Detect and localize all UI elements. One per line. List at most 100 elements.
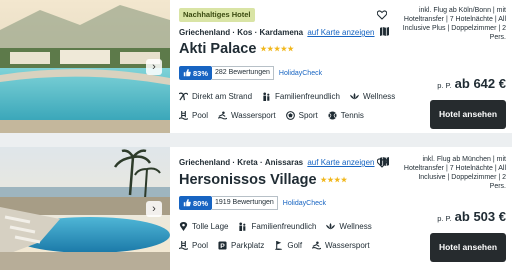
review-count: 282 Bewertungen — [212, 66, 274, 80]
feature-label: Wellness — [362, 92, 396, 101]
location-city: Kardamena — [259, 28, 304, 37]
price-value: ab 503 € — [454, 209, 506, 224]
feature-item: Wassersport — [312, 241, 370, 250]
sustainability-badge: Nachhaltiges Hotel — [179, 8, 255, 22]
feature-list: Direkt am Strand Familienfreundlich Well… — [179, 89, 405, 127]
hotel-name[interactable]: Hersonissos Village ★★★★ — [179, 172, 348, 188]
tennis-icon — [328, 111, 337, 120]
location-pin-icon — [179, 222, 188, 231]
feature-label: Parkplatz — [231, 241, 265, 250]
feature-row: Tolle Lage Familienfreundlich Wellness — [179, 219, 382, 234]
show-on-map-link[interactable]: auf Karte anzeigen — [307, 28, 374, 37]
price-prefix: p. P. — [437, 81, 452, 90]
pool-icon — [179, 241, 188, 250]
family-icon — [263, 92, 270, 101]
price-prefix: p. P. — [437, 214, 452, 223]
pool-icon — [179, 111, 188, 120]
hotel-card[interactable]: › Nachhaltiges Hotel Griechenland · Kos … — [0, 0, 512, 133]
next-photo-arrow[interactable]: › — [146, 58, 162, 75]
rating-percent: 80% — [193, 198, 209, 208]
next-photo-arrow[interactable]: › — [146, 200, 162, 217]
wellness-icon — [349, 92, 359, 100]
offer-details: inkl. Flug ab Köln/Bonn | mit Hoteltrans… — [402, 7, 506, 41]
star-rating: ★★★★★ — [260, 46, 295, 53]
rating-row[interactable]: 80% 1919 Bewertungen HolidayCheck — [179, 196, 326, 210]
price-block: p. P. ab 642 € — [437, 75, 506, 93]
location-sep: · — [259, 158, 263, 167]
rating-score: 83% — [179, 66, 213, 80]
feature-label: Wassersport — [325, 241, 370, 250]
location-country: Griechenland — [179, 28, 231, 37]
feature-label: Pool — [192, 111, 209, 120]
feature-label: Direkt am Strand — [192, 92, 253, 101]
review-count: 1919 Bewertungen — [212, 196, 278, 210]
hotel-name[interactable]: Akti Palace ★★★★★ — [179, 41, 294, 57]
view-hotel-button[interactable]: Hotel ansehen — [430, 233, 506, 262]
feature-item: Wellness — [326, 222, 372, 231]
feature-label: Tolle Lage — [192, 222, 229, 231]
feature-label: Tennis — [340, 111, 364, 120]
rating-score: 80% — [179, 196, 213, 210]
location-country: Griechenland — [179, 158, 231, 167]
feature-row: Pool P Parkplatz Golf Wassersport — [179, 238, 382, 253]
feature-label: Pool — [192, 241, 209, 250]
rating-source: HolidayCheck — [282, 199, 326, 207]
feature-item: Wellness — [349, 92, 396, 101]
watersport-icon — [218, 111, 228, 120]
location-city: Anissaras — [264, 158, 304, 167]
feature-label: Wassersport — [231, 111, 276, 120]
feature-label: Wellness — [339, 222, 372, 231]
hotel-photo[interactable]: › — [0, 0, 170, 133]
hotel-photo-image — [0, 147, 170, 270]
feature-row: Direkt am Strand Familienfreundlich Well… — [179, 89, 405, 104]
view-hotel-button[interactable]: Hotel ansehen — [430, 100, 506, 129]
feature-item: Direkt am Strand — [179, 92, 252, 101]
map-icon[interactable] — [379, 27, 389, 36]
feature-item: P Parkplatz — [218, 241, 264, 250]
offer-details: inkl. Flug ab München | mit Hoteltransfe… — [403, 156, 506, 190]
watersport-icon — [312, 241, 322, 250]
feature-list: Tolle Lage Familienfreundlich Wellness P… — [179, 219, 382, 257]
hotel-photo-image — [0, 0, 170, 133]
feature-item: Familienfreundlich — [238, 222, 316, 231]
location-sep: · — [232, 158, 236, 167]
location-region: Kreta — [237, 158, 258, 167]
wellness-icon — [326, 222, 336, 230]
rating-row[interactable]: 83% 282 Bewertungen HolidayCheck — [179, 66, 322, 80]
rating-percent: 83% — [193, 68, 209, 78]
location-sep: · — [232, 28, 236, 37]
sport-icon — [285, 111, 295, 120]
heart-icon[interactable] — [377, 10, 387, 20]
feature-item: Familienfreundlich — [262, 92, 340, 101]
feature-item: Golf — [274, 241, 302, 250]
hotel-card[interactable]: › Griechenland · Kreta · Anissaras auf K… — [0, 147, 512, 270]
thumbs-up-icon — [183, 69, 191, 77]
star-rating: ★★★★ — [320, 177, 348, 184]
feature-item: Tennis — [328, 111, 364, 120]
feature-item: Tolle Lage — [179, 222, 228, 231]
hotel-name-text[interactable]: Hersonissos Village — [179, 172, 317, 188]
hotel-name-text[interactable]: Akti Palace — [179, 41, 256, 57]
family-icon — [239, 222, 246, 231]
price-block: p. P. ab 503 € — [437, 208, 506, 226]
feature-label: Sport — [298, 111, 318, 120]
beach-icon — [179, 92, 188, 101]
feature-label: Familienfreundlich — [275, 92, 340, 101]
price-value: ab 642 € — [454, 76, 506, 91]
hotel-photo[interactable]: › — [0, 147, 170, 270]
location-sep: · — [254, 28, 258, 37]
feature-item: Wassersport — [218, 111, 276, 120]
rating-source: HolidayCheck — [278, 69, 323, 77]
svg-text:P: P — [220, 243, 225, 250]
feature-item: Sport — [285, 111, 318, 120]
golf-icon — [275, 241, 283, 250]
thumbs-up-icon — [183, 199, 191, 207]
location-line: Griechenland · Kreta · Anissaras auf Kar… — [179, 157, 389, 167]
feature-item: Pool — [179, 241, 208, 250]
location-region: Kos — [237, 28, 253, 37]
heart-icon[interactable] — [377, 158, 387, 168]
show-on-map-link[interactable]: auf Karte anzeigen — [307, 158, 374, 167]
location-line: Griechenland · Kos · Kardamena auf Karte… — [179, 27, 389, 37]
feature-label: Familienfreundlich — [251, 222, 317, 231]
feature-label: Golf — [287, 241, 303, 250]
